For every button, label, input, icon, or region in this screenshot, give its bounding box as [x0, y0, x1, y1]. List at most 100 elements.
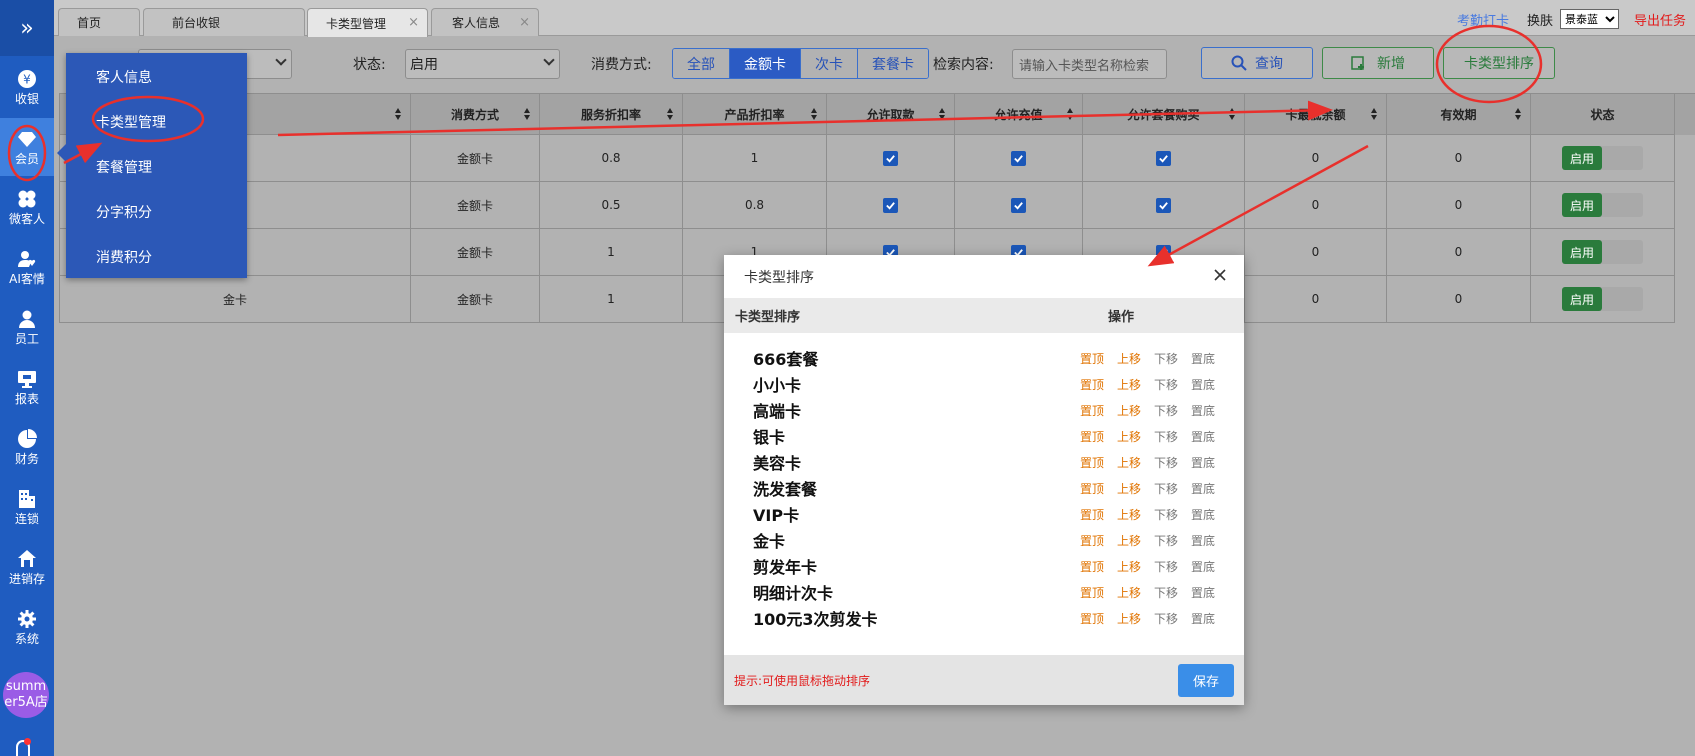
- sort-list-item[interactable]: VIP卡 置顶 上移 下移 置底: [724, 500, 1244, 526]
- table-row[interactable]: 卡金额卡0.8100启用: [60, 135, 1695, 182]
- sidebar-item-inventory[interactable]: 进销存: [0, 538, 54, 596]
- move-top-button[interactable]: 置顶: [1080, 402, 1104, 419]
- move-top-button[interactable]: 置顶: [1080, 610, 1104, 627]
- move-up-button[interactable]: 上移: [1117, 532, 1141, 549]
- move-down-button[interactable]: 下移: [1154, 584, 1178, 601]
- sidebar-item-chain[interactable]: 连锁: [0, 478, 54, 536]
- move-top-button[interactable]: 置顶: [1080, 506, 1104, 523]
- move-top-button[interactable]: 置顶: [1080, 480, 1104, 497]
- move-up-button[interactable]: 上移: [1117, 454, 1141, 471]
- sort-icon[interactable]: [939, 108, 946, 120]
- status-toggle[interactable]: 启用: [1562, 193, 1643, 217]
- move-up-button[interactable]: 上移: [1117, 428, 1141, 445]
- move-bottom-button[interactable]: 置底: [1191, 506, 1215, 523]
- move-bottom-button[interactable]: 置底: [1191, 350, 1215, 367]
- menu-item-customer-info[interactable]: 客人信息: [96, 67, 152, 87]
- sort-icon[interactable]: [1067, 108, 1074, 120]
- column-header[interactable]: 消费方式: [411, 94, 540, 135]
- move-up-button[interactable]: 上移: [1117, 350, 1141, 367]
- tab-front-cashier[interactable]: 前台收银: [143, 8, 305, 36]
- sort-icon[interactable]: [667, 108, 674, 120]
- column-header[interactable]: 允许套餐购买: [1083, 94, 1245, 135]
- move-down-button[interactable]: 下移: [1154, 428, 1178, 445]
- status-select[interactable]: 启用: [405, 49, 560, 79]
- move-up-button[interactable]: 上移: [1117, 584, 1141, 601]
- consume-package-card-button[interactable]: 套餐卡: [858, 49, 928, 78]
- export-task-link[interactable]: 导出任务: [1634, 10, 1686, 29]
- status-toggle[interactable]: 启用: [1562, 146, 1643, 170]
- move-down-button[interactable]: 下移: [1154, 532, 1178, 549]
- sidebar-item-report[interactable]: 报表: [0, 358, 54, 416]
- checkbox[interactable]: [883, 150, 898, 166]
- consume-amount-card-button[interactable]: 金额卡: [730, 49, 801, 78]
- sort-list-item[interactable]: 剪发年卡 置顶 上移 下移 置底: [724, 552, 1244, 578]
- query-button[interactable]: 查询: [1201, 47, 1313, 79]
- move-bottom-button[interactable]: 置底: [1191, 480, 1215, 497]
- move-down-button[interactable]: 下移: [1154, 558, 1178, 575]
- status-toggle[interactable]: 启用: [1562, 240, 1643, 264]
- sort-icon[interactable]: [524, 108, 531, 120]
- sort-icon[interactable]: [1371, 108, 1378, 120]
- move-top-button[interactable]: 置顶: [1080, 454, 1104, 471]
- move-bottom-button[interactable]: 置底: [1191, 376, 1215, 393]
- column-header[interactable]: 产品折扣率: [683, 94, 827, 135]
- move-bottom-button[interactable]: 置底: [1191, 402, 1215, 419]
- column-header[interactable]: 有效期: [1387, 94, 1531, 135]
- sort-list-item[interactable]: 洗发套餐 置顶 上移 下移 置底: [724, 474, 1244, 500]
- column-header[interactable]: 允许取款: [827, 94, 955, 135]
- menu-item-package-management[interactable]: 套餐管理: [96, 157, 152, 177]
- sort-list-item[interactable]: 明细计次卡 置顶 上移 下移 置底: [724, 578, 1244, 604]
- attendance-link[interactable]: 考勤打卡: [1457, 10, 1509, 29]
- sidebar-item-wechat[interactable]: 微客人: [0, 178, 54, 236]
- move-top-button[interactable]: 置顶: [1080, 428, 1104, 445]
- sort-icon[interactable]: [811, 108, 818, 120]
- store-avatar[interactable]: summer5A店: [3, 672, 49, 718]
- move-down-button[interactable]: 下移: [1154, 480, 1178, 497]
- move-bottom-button[interactable]: 置底: [1191, 558, 1215, 575]
- move-up-button[interactable]: 上移: [1117, 610, 1141, 627]
- sort-icon[interactable]: [1515, 108, 1522, 120]
- tab-customer-info[interactable]: 客人信息 ×: [431, 8, 539, 36]
- move-up-button[interactable]: 上移: [1117, 376, 1141, 393]
- move-down-button[interactable]: 下移: [1154, 402, 1178, 419]
- move-up-button[interactable]: 上移: [1117, 506, 1141, 523]
- close-icon[interactable]: ×: [408, 15, 419, 30]
- move-top-button[interactable]: 置顶: [1080, 350, 1104, 367]
- close-icon[interactable]: ×: [519, 15, 530, 30]
- checkbox[interactable]: [1011, 197, 1026, 213]
- sort-list-item[interactable]: 666套餐 置顶 上移 下移 置底: [724, 344, 1244, 370]
- skin-select[interactable]: 景泰蓝: [1560, 9, 1619, 29]
- sort-list-item[interactable]: 美容卡 置顶 上移 下移 置底: [724, 448, 1244, 474]
- table-row[interactable]: 卡金额卡0.50.800启用: [60, 182, 1695, 229]
- move-down-button[interactable]: 下移: [1154, 376, 1178, 393]
- move-top-button[interactable]: 置顶: [1080, 376, 1104, 393]
- column-header[interactable]: 服务折扣率: [540, 94, 683, 135]
- sidebar-item-member[interactable]: 会员: [0, 118, 54, 176]
- checkbox[interactable]: [1156, 197, 1171, 213]
- menu-item-card-type-management[interactable]: 卡类型管理: [96, 112, 166, 132]
- move-down-button[interactable]: 下移: [1154, 350, 1178, 367]
- move-up-button[interactable]: 上移: [1117, 402, 1141, 419]
- consume-all-button[interactable]: 全部: [673, 49, 730, 78]
- move-bottom-button[interactable]: 置底: [1191, 610, 1215, 627]
- move-bottom-button[interactable]: 置底: [1191, 584, 1215, 601]
- sort-icon[interactable]: [395, 108, 402, 120]
- card-type-sort-button[interactable]: 卡类型排序: [1443, 47, 1555, 79]
- sidebar-item-cashier[interactable]: ¥ 收银: [0, 58, 54, 116]
- move-down-button[interactable]: 下移: [1154, 610, 1178, 627]
- sidebar-item-system[interactable]: 系统: [0, 598, 54, 656]
- status-toggle[interactable]: 启用: [1562, 287, 1643, 311]
- tab-card-type-management[interactable]: 卡类型管理 ×: [307, 8, 428, 37]
- move-top-button[interactable]: 置顶: [1080, 532, 1104, 549]
- checkbox[interactable]: [1156, 150, 1171, 166]
- sort-list-item[interactable]: 高端卡 置顶 上移 下移 置底: [724, 396, 1244, 422]
- move-top-button[interactable]: 置顶: [1080, 558, 1104, 575]
- expand-sidebar-icon[interactable]: »: [0, 0, 54, 56]
- move-up-button[interactable]: 上移: [1117, 480, 1141, 497]
- sort-list-item[interactable]: 100元3次剪发卡 置顶 上移 下移 置底: [724, 604, 1244, 630]
- column-header[interactable]: 允许充值: [955, 94, 1083, 135]
- menu-item-consume-points[interactable]: 消费积分: [96, 247, 152, 267]
- save-button[interactable]: 保存: [1178, 664, 1234, 697]
- tab-home[interactable]: 首页: [58, 8, 140, 36]
- sidebar-item-staff[interactable]: 员工: [0, 298, 54, 356]
